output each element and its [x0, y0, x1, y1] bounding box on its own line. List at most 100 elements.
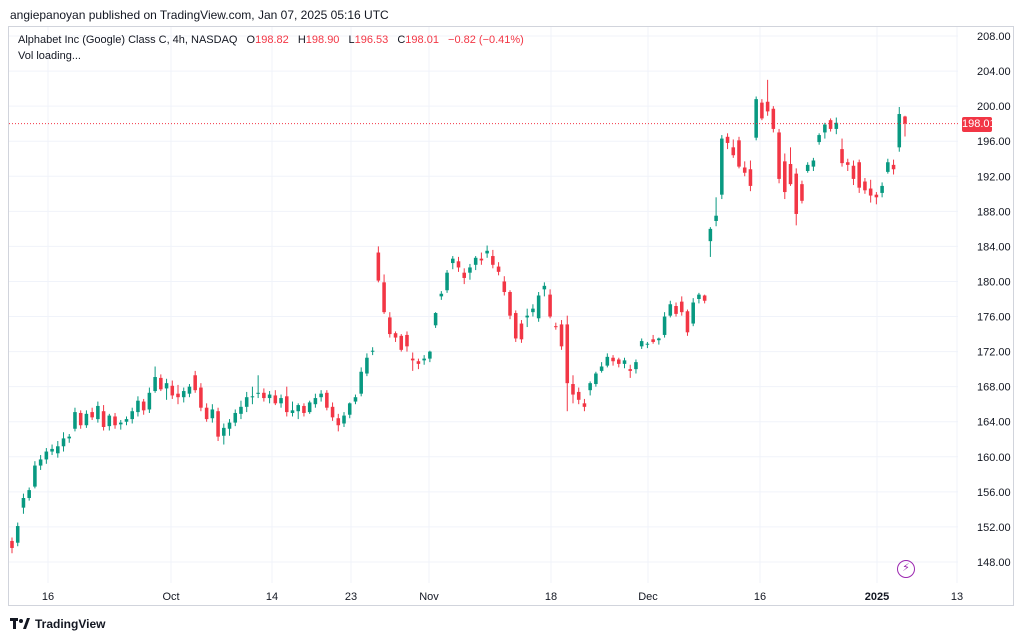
candle-body: [90, 412, 94, 418]
candle-body: [582, 403, 587, 407]
candle-body: [296, 405, 300, 412]
y-tick-label: 156.00: [977, 487, 1011, 499]
candle-body: [250, 396, 255, 398]
x-tick-label: Nov: [419, 591, 439, 603]
candle-body: [800, 184, 804, 201]
candle-body: [611, 357, 615, 362]
candle-body: [685, 311, 690, 333]
candle-body: [662, 316, 667, 335]
y-tick-label: 196.00: [977, 136, 1011, 148]
x-tick-label: 13: [951, 591, 963, 603]
close-value: 198.01: [405, 34, 439, 46]
x-tick-label: Oct: [162, 591, 179, 603]
candle-body: [559, 324, 564, 347]
candle-body: [542, 285, 547, 290]
candle-body: [262, 392, 266, 399]
candle-body: [622, 360, 627, 364]
candle-body: [433, 313, 438, 326]
candle-body: [147, 392, 152, 410]
candle-body: [628, 369, 633, 371]
candle-body: [370, 350, 375, 352]
candle-body: [130, 411, 134, 420]
candle-body: [118, 422, 123, 425]
candle-body: [605, 356, 610, 366]
y-tick-label: 164.00: [977, 417, 1011, 429]
candle-body: [21, 498, 26, 508]
high-label: H: [297, 34, 306, 46]
candle-body: [376, 252, 381, 281]
candle-body: [788, 163, 793, 185]
x-tick-label: 14: [266, 591, 278, 603]
candle-body: [307, 402, 312, 413]
y-tick-label: 148.00: [977, 557, 1011, 569]
candle-body: [805, 164, 810, 172]
volume-status: Vol loading...: [18, 50, 81, 62]
candle-body: [284, 396, 289, 413]
candle-body: [548, 294, 552, 317]
candle-body: [828, 120, 833, 129]
candle-body: [634, 362, 638, 370]
candle-body: [708, 228, 713, 242]
candle-body: [565, 324, 570, 384]
candle-body: [399, 335, 404, 350]
candle-body: [742, 167, 747, 173]
candle-body: [765, 101, 770, 112]
candle-body: [657, 338, 661, 341]
candle-body: [668, 304, 673, 316]
y-tick-label: 180.00: [977, 276, 1011, 288]
candle-body: [204, 407, 209, 420]
candle-body: [325, 392, 329, 408]
candle-body: [56, 446, 60, 454]
candle-body: [874, 194, 879, 198]
candle-body: [554, 326, 558, 328]
candle-body: [353, 397, 358, 402]
candle-body: [840, 149, 844, 164]
y-tick-label: 204.00: [977, 66, 1011, 78]
candle-body: [239, 406, 243, 414]
open-value: 198.82: [255, 34, 289, 46]
symbol-title: Alphabet Inc (Google) Class C, 4h, NASDA…: [18, 34, 238, 46]
candle-body: [416, 361, 421, 364]
candle-body: [617, 359, 621, 364]
candle-body: [531, 308, 535, 313]
candle-body: [393, 333, 398, 338]
symbol-legend: Alphabet Inc (Google) Class C, 4h, NASDA…: [18, 34, 524, 46]
candle-body: [697, 294, 701, 299]
candle-body: [273, 395, 278, 404]
candle-body: [187, 386, 192, 394]
candle-body: [473, 257, 478, 265]
candle-body: [176, 393, 180, 398]
candle-body: [897, 114, 902, 148]
price-chart[interactable]: 148.00 152.00 156.00 160.00 164.00 168.00 172.…: [0, 0, 1024, 641]
candle-body: [330, 406, 335, 418]
candle-body: [267, 394, 272, 399]
x-tick-label: 18: [545, 591, 557, 603]
candle-body: [468, 267, 472, 273]
x-tick-label: 23: [345, 591, 357, 603]
candle-body: [783, 161, 787, 193]
flash-icon[interactable]: ⚡: [897, 560, 915, 578]
candle-body: [124, 419, 129, 422]
candle-body: [451, 258, 455, 264]
candle-body: [15, 526, 20, 543]
candle-body: [903, 116, 907, 124]
y-tick-label: 184.00: [977, 241, 1011, 253]
candle-body: [439, 293, 444, 297]
candle-body: [777, 132, 781, 179]
candle-body: [279, 398, 283, 404]
candle-body: [823, 124, 827, 133]
candle-body: [159, 377, 163, 390]
candle-body: [868, 188, 873, 196]
candle-body: [50, 448, 54, 452]
y-tick-label: 160.00: [977, 452, 1011, 464]
high-value: 198.90: [305, 34, 340, 46]
footer-brand[interactable]: TradingView: [10, 617, 105, 631]
candle-body: [857, 162, 861, 188]
candle-body: [405, 334, 409, 347]
candle-body: [101, 411, 106, 427]
candle-body: [422, 358, 426, 361]
candle-body: [10, 540, 14, 548]
time-axis: 16 Oct 14 23 Nov 18 Dec 16 2025 13: [42, 591, 963, 603]
candle-body: [811, 160, 816, 167]
candle-body: [107, 415, 112, 427]
